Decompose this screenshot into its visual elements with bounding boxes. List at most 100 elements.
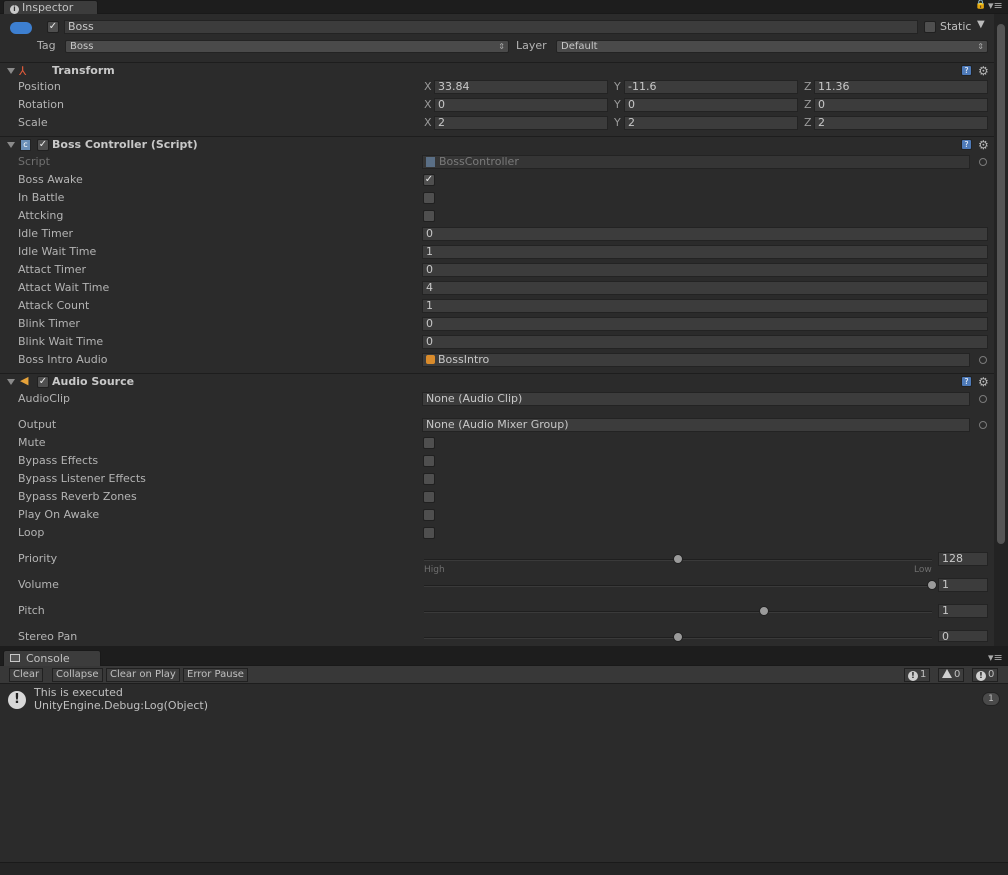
console-detail-pane	[0, 862, 1008, 875]
help-book-icon[interactable]: ?	[961, 376, 972, 387]
pitch-slider-track[interactable]	[424, 611, 932, 613]
gameobject-active-checkbox[interactable]: ✓	[47, 21, 59, 33]
mute-checkbox[interactable]	[423, 437, 435, 449]
foldout-arrow-icon[interactable]	[7, 379, 15, 385]
console-info-count-toggle[interactable]: ! 1	[904, 668, 931, 682]
bypass-effects-checkbox[interactable]	[423, 455, 435, 467]
attact-wait-time-field[interactable]: 4	[422, 281, 988, 295]
panel-menu-icon[interactable]: ▾≡	[988, 0, 1003, 12]
gameobject-icon[interactable]	[10, 22, 32, 34]
attact-timer-field[interactable]: 0	[422, 263, 988, 277]
chevron-updown-icon: ⇕	[498, 42, 505, 51]
script-value: BossController	[439, 155, 519, 168]
scale-z-field[interactable]: 2	[814, 116, 988, 130]
position-y-field[interactable]: -11.6	[624, 80, 798, 94]
in-battle-label: In Battle	[18, 191, 65, 204]
axis-x-label[interactable]: X	[424, 116, 432, 130]
position-z-field[interactable]: 11.36	[814, 80, 988, 94]
static-label: Static	[940, 20, 972, 33]
foldout-arrow-icon[interactable]	[7, 142, 15, 148]
object-picker-icon[interactable]	[979, 421, 987, 429]
console-log-entry[interactable]: ! This is executed UnityEngine.Debug:Log…	[0, 685, 1008, 715]
axis-y-label[interactable]: Y	[614, 98, 621, 112]
audio-source-enabled-checkbox[interactable]: ✓	[37, 376, 49, 388]
tag-dropdown[interactable]: Boss ⇕	[65, 40, 509, 53]
inspector-scrollbar-thumb[interactable]	[997, 24, 1005, 544]
gameobject-name-field[interactable]: Boss	[64, 20, 918, 34]
stereo-pan-slider-thumb[interactable]	[673, 632, 683, 642]
in-battle-checkbox[interactable]	[423, 192, 435, 204]
boss-controller-enabled-checkbox[interactable]: ✓	[37, 139, 49, 151]
lock-icon[interactable]: 🔒	[975, 0, 986, 10]
boss-awake-checkbox[interactable]: ✓	[423, 174, 435, 186]
volume-slider-track[interactable]	[424, 585, 932, 587]
priority-slider-thumb[interactable]	[673, 554, 683, 564]
transform-header[interactable]: ⅄ Transform ? ⚙	[0, 62, 994, 79]
audioclip-field[interactable]: None (Audio Clip)	[422, 392, 970, 406]
console-collapse-button[interactable]: Collapse	[52, 668, 103, 682]
volume-field[interactable]: 1	[938, 578, 988, 592]
pitch-slider-thumb[interactable]	[759, 606, 770, 616]
log-message-line1: This is executed	[34, 686, 123, 699]
boss-intro-audio-field[interactable]: BossIntro	[422, 353, 970, 367]
inspector-scrollbar[interactable]	[994, 14, 1008, 646]
layer-dropdown[interactable]: Default ⇕	[556, 40, 988, 53]
rotation-y-field[interactable]: 0	[624, 98, 798, 112]
bypass-listener-effects-checkbox[interactable]	[423, 473, 435, 485]
rotation-z-field[interactable]: 0	[814, 98, 988, 112]
help-book-icon[interactable]: ?	[961, 65, 972, 76]
stereo-pan-field[interactable]: 0	[938, 630, 988, 642]
console-clear-button[interactable]: Clear	[9, 668, 44, 682]
console-warning-count-toggle[interactable]: 0	[938, 668, 965, 682]
position-x-field[interactable]: 33.84	[434, 80, 608, 94]
script-file-icon: c	[20, 139, 31, 151]
object-picker-icon[interactable]	[979, 158, 987, 166]
boss-controller-header[interactable]: c ✓ Boss Controller (Script) ? ⚙	[0, 136, 994, 153]
warning-triangle-icon	[942, 669, 952, 678]
console-error-count-toggle[interactable]: ! 0	[972, 668, 999, 682]
axis-z-label[interactable]: Z	[804, 98, 812, 112]
axis-y-label[interactable]: Y	[614, 80, 621, 94]
static-checkbox[interactable]	[924, 21, 936, 33]
priority-field[interactable]: 128	[938, 552, 988, 566]
rotation-x-field[interactable]: 0	[434, 98, 608, 112]
idle-wait-time-field[interactable]: 1	[422, 245, 988, 259]
pitch-label: Pitch	[18, 604, 45, 617]
console-clear-on-play-button[interactable]: Clear on Play	[106, 668, 180, 682]
object-picker-icon[interactable]	[979, 395, 987, 403]
help-book-icon[interactable]: ?	[961, 139, 972, 150]
scale-x-field[interactable]: 2	[434, 116, 608, 130]
attcking-checkbox[interactable]	[423, 210, 435, 222]
tab-inspector[interactable]: i Inspector	[3, 0, 98, 14]
play-on-awake-label: Play On Awake	[18, 508, 100, 521]
axis-y-label[interactable]: Y	[614, 116, 621, 130]
output-field[interactable]: None (Audio Mixer Group)	[422, 418, 970, 432]
script-label: Script	[18, 155, 50, 168]
axis-z-label[interactable]: Z	[804, 116, 812, 130]
idle-timer-field[interactable]: 0	[422, 227, 988, 241]
loop-checkbox[interactable]	[423, 527, 435, 539]
axis-x-label[interactable]: X	[424, 80, 432, 94]
tab-console[interactable]: Console	[3, 650, 101, 666]
boss-intro-audio-label: Boss Intro Audio	[18, 353, 108, 366]
bypass-reverb-zones-checkbox[interactable]	[423, 491, 435, 503]
volume-slider-thumb[interactable]	[927, 580, 937, 590]
pitch-field[interactable]: 1	[938, 604, 988, 618]
blink-timer-field[interactable]: 0	[422, 317, 988, 331]
attack-count-field[interactable]: 1	[422, 299, 988, 313]
axis-x-label[interactable]: X	[424, 98, 432, 112]
blink-wait-time-field[interactable]: 0	[422, 335, 988, 349]
axis-z-label[interactable]: Z	[804, 80, 812, 94]
gear-icon[interactable]: ⚙	[978, 376, 989, 388]
object-picker-icon[interactable]	[979, 356, 987, 364]
panel-menu-icon[interactable]: ▾≡	[988, 651, 1003, 664]
play-on-awake-checkbox[interactable]	[423, 509, 435, 521]
scale-y-field[interactable]: 2	[624, 116, 798, 130]
info-count: 1	[920, 669, 927, 680]
gear-icon[interactable]: ⚙	[978, 139, 989, 151]
console-error-pause-button[interactable]: Error Pause	[183, 668, 248, 682]
audio-source-header[interactable]: ◀ ✓ Audio Source ? ⚙	[0, 373, 994, 390]
static-dropdown-icon[interactable]: ▼	[977, 19, 985, 30]
foldout-arrow-icon[interactable]	[7, 68, 15, 74]
gear-icon[interactable]: ⚙	[978, 65, 989, 77]
